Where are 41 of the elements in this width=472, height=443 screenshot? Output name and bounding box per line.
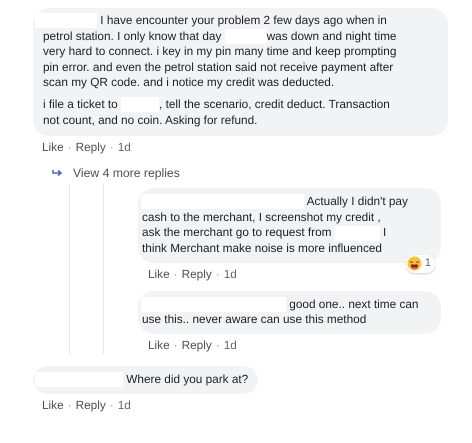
laughing-emoji-icon [406,256,422,272]
reaction-count: 1 [424,256,431,271]
separator-dot: · [174,266,178,281]
comment-text: Actually I didn't pay [306,194,408,210]
comment-text: , tell the scenario, credit deduct. Transaction [159,96,390,113]
separator-dot: · [110,398,114,412]
comment-text: ask the merchant go to request from [142,225,332,241]
comment-text: very hard to connect. i key in my pin many time and keep prompting [43,44,396,60]
action-link[interactable]: Reply [76,398,106,412]
separator-dot: · [216,338,220,352]
action-link[interactable]: Like [42,398,64,412]
action-link[interactable]: Reply [182,266,212,281]
timestamp: 1d [118,140,131,154]
comment-text: think Merchant make noise is more influenced [142,240,382,257]
timestamp: 1d [118,398,131,412]
action-link[interactable]: Reply [182,338,212,352]
comment-text: pin error. and even the petrol station said not receive payment after [43,60,394,76]
comment-text: not count, and no coin. Asking for refund. [43,112,258,128]
action-link[interactable]: Like [42,140,64,154]
separator-dot: · [68,398,72,412]
separator-dot: · [216,266,220,281]
comment-text: I have encounter your problem 2 few days ago when in [99,13,387,29]
comment-text: I [382,225,386,241]
timestamp: 1d [224,338,237,352]
comment-text: petrol station. I only know that day [43,28,222,44]
comment-text: use this.. never aware can use this method [142,312,366,328]
comment-text: was down and night time [266,28,396,44]
separator-dot: · [174,338,178,352]
separator-dot: · [68,140,72,154]
timestamp: 1d [224,266,237,281]
reply-arrow-icon [52,169,63,178]
comment-text: i file a ticket to [43,96,119,113]
separator-dot: · [110,140,114,154]
action-link[interactable]: Reply [76,140,106,154]
comment-text: Where did you park at? [125,372,248,388]
comment-text: good one.. next time can [288,296,418,312]
action-link[interactable]: Like [148,266,170,281]
action-link[interactable]: Like [148,338,170,352]
comment-text: cash to the merchant, I screenshot my credit , [142,210,381,226]
view-replies-link[interactable]: View 4 more replies [52,166,180,180]
comment-text: scan my QR code. and i notice my credit was deducted. [43,75,334,91]
